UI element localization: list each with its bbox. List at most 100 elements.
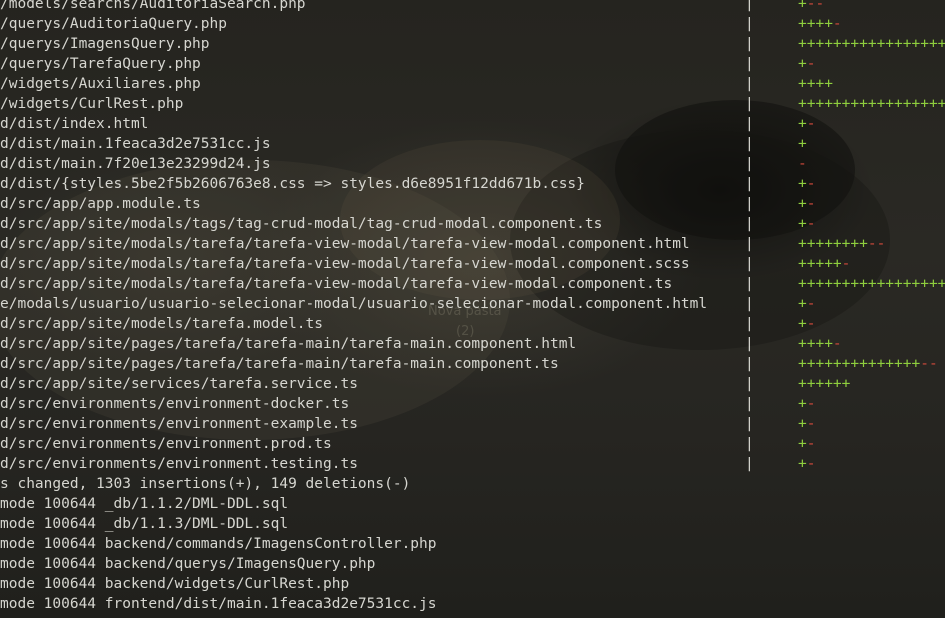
column-separator: |	[745, 396, 754, 412]
column-separator: |	[745, 456, 754, 472]
file-path: d/dist/{styles.5be2f5b2606763e8.css => s…	[0, 176, 585, 192]
file-path: d/src/environments/environment.testing.t…	[0, 456, 358, 472]
column-separator: |	[745, 56, 754, 72]
change-bar: +-	[798, 174, 815, 194]
mode-line-text: mode 100644 backend/commands/ImagensCont…	[0, 536, 437, 552]
column-separator: |	[745, 436, 754, 452]
column-separator: |	[745, 336, 754, 352]
column-separator: |	[745, 16, 754, 32]
deletions-bar: -	[806, 196, 816, 212]
insertions-bar: +	[798, 456, 807, 472]
file-path: /widgets/CurlRest.php	[0, 96, 184, 112]
change-bar: +-	[798, 54, 815, 74]
deletions-bar: -	[806, 436, 816, 452]
deletions-bar: -	[806, 216, 816, 232]
insertions-bar: +	[798, 216, 807, 232]
change-bar: ++++++++--	[798, 234, 885, 254]
change-bar: +-	[798, 294, 815, 314]
insertions-bar: +++++	[798, 256, 842, 272]
file-path: d/src/environments/environment.prod.ts	[0, 436, 332, 452]
change-bar: +++++++++++++++++	[798, 274, 945, 294]
file-path: d/src/app/site/modals/tarefa/tarefa-view…	[0, 276, 673, 292]
deletions-bar: -	[806, 316, 816, 332]
column-separator: |	[745, 156, 754, 172]
file-path: d/src/environments/environment-example.t…	[0, 416, 358, 432]
file-path: d/src/app/site/services/tarefa.service.t…	[0, 376, 358, 392]
change-bar: -	[798, 154, 807, 174]
file-path: d/src/app/site/modals/tarefa/tarefa-view…	[0, 236, 690, 252]
change-bar: +++++-	[798, 254, 850, 274]
insertions-bar: +	[798, 296, 807, 312]
file-path: d/src/app/app.module.ts	[0, 196, 201, 212]
column-separator: |	[745, 136, 754, 152]
deletions-bar: --	[867, 236, 886, 252]
change-bar: +-	[798, 214, 815, 234]
insertions-bar: ++++++++	[798, 236, 868, 252]
change-bar: +-	[798, 454, 815, 474]
deletions-bar: -	[832, 16, 842, 32]
column-separator: |	[745, 0, 754, 12]
file-path: d/dist/main.7f20e13e23299d24.js	[0, 156, 271, 172]
insertions-bar: ++++	[798, 16, 833, 32]
file-path: d/src/app/site/pages/tarefa/tarefa-main/…	[0, 356, 559, 372]
deletions-bar: -	[806, 456, 816, 472]
column-separator: |	[745, 356, 754, 372]
file-path: d/src/app/site/modals/tags/tag-crud-moda…	[0, 216, 603, 232]
deletions-bar: --	[920, 356, 938, 372]
column-separator: |	[745, 296, 754, 312]
deletions-bar: -	[806, 416, 816, 432]
file-path: d/src/app/site/pages/tarefa/tarefa-main/…	[0, 336, 577, 352]
file-path: /widgets/Auxiliares.php	[0, 76, 201, 92]
column-separator: |	[745, 376, 754, 392]
change-bar: +++++++++++++++++	[798, 94, 945, 114]
file-path: /querys/AuditoriaQuery.php	[0, 16, 227, 32]
insertions-bar: +	[798, 196, 807, 212]
deletions-bar: -	[806, 56, 816, 72]
deletions-bar: -	[832, 336, 842, 352]
mode-line-text: mode 100644 backend/widgets/CurlRest.php	[0, 576, 350, 592]
change-bar: +-	[798, 314, 815, 334]
column-separator: |	[745, 36, 754, 52]
column-separator: |	[745, 196, 754, 212]
insertions-bar: ++++	[798, 336, 833, 352]
column-separator: |	[745, 76, 754, 92]
change-bar: ++++++	[798, 374, 850, 394]
change-bar: +-	[798, 194, 815, 214]
file-path: d/src/app/site/models/tarefa.model.ts	[0, 316, 324, 332]
column-separator: |	[745, 416, 754, 432]
mode-line-text: mode 100644 frontend/dist/main.1feaca3d2…	[0, 596, 437, 612]
insertions-bar: +	[798, 0, 807, 12]
mode-line-text: mode 100644 backend/querys/ImagensQuery.…	[0, 556, 376, 572]
insertions-bar: ++++	[798, 76, 833, 92]
insertions-bar: +	[798, 416, 807, 432]
change-bar: ++++-	[798, 14, 842, 34]
insertions-bar: ++++++++++++++	[798, 356, 921, 372]
insertions-bar: +	[798, 436, 807, 452]
file-path: /querys/ImagensQuery.php	[0, 36, 210, 52]
change-bar: +-	[798, 434, 815, 454]
insertions-bar: +++++++++++++++++	[798, 276, 945, 292]
column-separator: |	[745, 316, 754, 332]
change-bar: +	[798, 134, 807, 154]
insertions-bar: +	[798, 56, 807, 72]
column-separator: |	[745, 276, 754, 292]
deletions-bar: --	[806, 0, 825, 12]
deletions-bar: -	[806, 296, 816, 312]
change-bar: +-	[798, 394, 815, 414]
file-path: d/dist/main.1feaca3d2e7531cc.js	[0, 136, 271, 152]
column-separator: |	[745, 236, 754, 252]
column-separator: |	[745, 96, 754, 112]
deletions-bar: -	[806, 116, 816, 132]
file-path: /models/searchs/AuditoriaSearch.php	[0, 0, 306, 12]
mode-line-text: mode 100644 _db/1.1.3/DML-DDL.sql	[0, 516, 289, 532]
deletions-bar: -	[806, 396, 816, 412]
insertions-bar: +	[798, 316, 807, 332]
column-separator: |	[745, 216, 754, 232]
change-bar: +--	[798, 0, 824, 14]
change-bar: +-	[798, 414, 815, 434]
insertions-bar: +	[798, 396, 807, 412]
column-separator: |	[745, 116, 754, 132]
terminal-window[interactable]: Nova pasta (2) /models/searchs/Auditoria…	[0, 0, 945, 618]
diffstat-summary-line: s changed, 1303 insertions(+), 149 delet…	[0, 474, 410, 494]
file-path: d/src/environments/environment-docker.ts	[0, 396, 350, 412]
